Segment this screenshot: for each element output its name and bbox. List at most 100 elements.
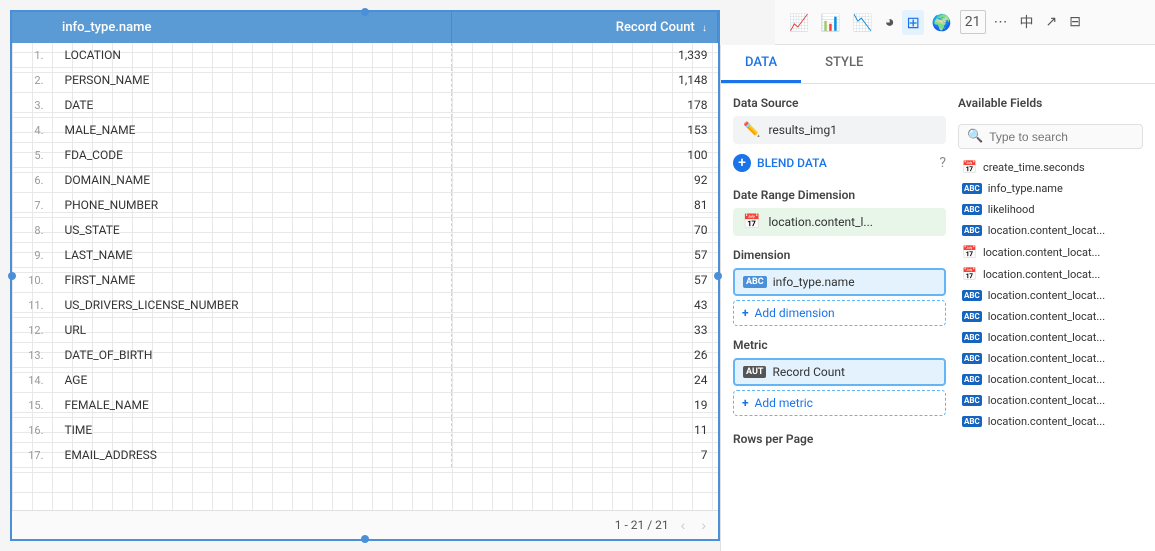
row-number: 3. — [12, 93, 52, 118]
aut-badge: AUT — [743, 366, 766, 378]
add-dimension-button[interactable]: + Add dimension — [733, 300, 946, 326]
pagination-next-button[interactable]: › — [697, 515, 710, 535]
field-item[interactable]: ABC location.content_locat... — [958, 221, 1143, 240]
date-range-box[interactable]: 📅 location.content_l... — [733, 208, 946, 236]
row-name: AGE — [52, 368, 451, 393]
scorecard-icon[interactable]: 21 — [960, 10, 986, 34]
right-panel: DATA STYLE Data Source ✏️ results_img1 +… — [720, 45, 1155, 551]
treemap-icon[interactable]: ⊟ — [1065, 11, 1085, 33]
field-item[interactable]: ABClocation.content_locat... — [958, 286, 1143, 305]
field-name: location.content_locat... — [988, 415, 1105, 428]
add-dimension-label: Add dimension — [755, 306, 835, 320]
row-name: FEMALE_NAME — [52, 393, 451, 418]
blend-data-button[interactable]: + BLEND DATA — [733, 150, 827, 176]
field-calendar-icon: 📅 — [962, 245, 977, 259]
add-dimension-plus-icon: + — [742, 306, 749, 320]
row-name: FIRST_NAME — [52, 268, 451, 293]
field-item[interactable]: 📅 create_time.seconds — [958, 157, 1143, 177]
metric-box[interactable]: AUT Record Count — [733, 358, 946, 386]
metric-value: Record Count — [772, 365, 844, 379]
field-name: create_time.seconds — [983, 161, 1085, 174]
field-item[interactable]: ABC likelihood — [958, 200, 1143, 219]
row-count: 57 — [451, 268, 717, 293]
row-name: DATE — [52, 93, 451, 118]
blend-plus-icon: + — [733, 154, 751, 172]
chart-line-icon[interactable]: 📈 — [785, 10, 813, 35]
search-input[interactable] — [989, 130, 1134, 144]
help-icon[interactable]: ? — [939, 155, 946, 171]
table-row: 12. URL 33 — [12, 318, 718, 343]
available-fields-label: Available Fields — [958, 96, 1143, 110]
row-count: 1,148 — [451, 68, 717, 93]
add-metric-label: Add metric — [755, 396, 813, 410]
add-metric-button[interactable]: + Add metric — [733, 390, 946, 416]
field-name: location.content_locat... — [983, 246, 1100, 259]
scatter-icon[interactable]: ⋯ — [990, 11, 1012, 33]
table-row: 11. US_DRIVERS_LICENSE_NUMBER 43 — [12, 293, 718, 318]
table-panel: info_type.name Record Count ↓ 1. LOCATIO… — [10, 10, 720, 541]
table-row: 7. PHONE_NUMBER 81 — [12, 193, 718, 218]
pivot-icon[interactable]: 中 — [1016, 9, 1038, 35]
date-range-label: Date Range Dimension — [733, 188, 946, 202]
row-count: 43 — [451, 293, 717, 318]
row-count: 26 — [451, 343, 717, 368]
field-abc-icon: ABC — [962, 225, 982, 236]
row-count: 100 — [451, 143, 717, 168]
field-abc-icon: ABC — [962, 290, 982, 301]
table-row: 17. EMAIL_ADDRESS 7 — [12, 443, 718, 468]
datasource-box[interactable]: ✏️ results_img1 — [733, 116, 946, 144]
table-row: 14. AGE 24 — [12, 368, 718, 393]
field-item[interactable]: 📅location.content_locat... — [958, 264, 1143, 284]
chart-area-icon[interactable]: 📉 — [849, 10, 877, 35]
row-name: URL — [52, 318, 451, 343]
search-box: 🔍 — [958, 124, 1143, 149]
field-item[interactable]: ABClocation.content_locat... — [958, 349, 1143, 368]
table-row: 3. DATE 178 — [12, 93, 718, 118]
bullet-icon[interactable]: ↗ — [1042, 11, 1062, 33]
row-count: 81 — [451, 193, 717, 218]
dimension-box[interactable]: ABC info_type.name — [733, 268, 946, 296]
sort-icon[interactable]: ↓ — [702, 23, 707, 34]
row-count: 153 — [451, 118, 717, 143]
field-item[interactable]: ABClocation.content_locat... — [958, 307, 1143, 326]
row-name: MALE_NAME — [52, 118, 451, 143]
table-row: 13. DATE_OF_BIRTH 26 — [12, 343, 718, 368]
row-count: 92 — [451, 168, 717, 193]
row-count: 57 — [451, 243, 717, 268]
tab-style[interactable]: STYLE — [801, 45, 887, 83]
field-item[interactable]: ABClocation.content_locat... — [958, 370, 1143, 389]
pie-chart-icon[interactable]: ◕ — [881, 9, 899, 35]
metric-label: Metric — [733, 338, 946, 352]
field-item[interactable]: ABClocation.content_locat... — [958, 328, 1143, 347]
chart-bar-icon[interactable]: 📊 — [817, 10, 845, 35]
globe-icon[interactable]: 🌍 — [928, 10, 956, 35]
field-item[interactable]: ABCinfo_type.name — [958, 179, 1143, 198]
field-name: location.content_locat... — [983, 268, 1100, 281]
row-number: 9. — [12, 243, 52, 268]
tab-data[interactable]: DATA — [721, 45, 801, 83]
table-row: 5. FDA_CODE 100 — [12, 143, 718, 168]
field-item[interactable]: ABClocation.content_locat... — [958, 412, 1143, 431]
field-name: location.content_locat... — [988, 224, 1105, 237]
table-icon[interactable]: ⊞ — [902, 10, 923, 35]
field-item[interactable]: 📅 location.content_locat... — [958, 242, 1143, 262]
row-number: 16. — [12, 418, 52, 443]
field-name: likelihood — [988, 203, 1035, 216]
table-row: 16. TIME 11 — [12, 418, 718, 443]
row-name: PERSON_NAME — [52, 68, 451, 93]
field-calendar-icon: 📅 — [962, 160, 977, 174]
row-count: 7 — [451, 443, 717, 468]
field-item[interactable]: ABClocation.content_locat... — [958, 391, 1143, 410]
field-name: location.content_locat... — [988, 352, 1105, 365]
pagination-prev-button[interactable]: ‹ — [677, 515, 690, 535]
row-number: 12. — [12, 318, 52, 343]
table-row: 10. FIRST_NAME 57 — [12, 268, 718, 293]
field-abc-icon: ABC — [962, 204, 982, 215]
row-name: DOMAIN_NAME — [52, 168, 451, 193]
row-name: EMAIL_ADDRESS — [52, 443, 451, 468]
table-row: 4. MALE_NAME 153 — [12, 118, 718, 143]
field-abc-icon: ABC — [962, 374, 982, 385]
row-number: 6. — [12, 168, 52, 193]
row-number: 8. — [12, 218, 52, 243]
field-list: 📅 create_time.seconds ABCinfo_type.name ABC… — [958, 157, 1143, 431]
